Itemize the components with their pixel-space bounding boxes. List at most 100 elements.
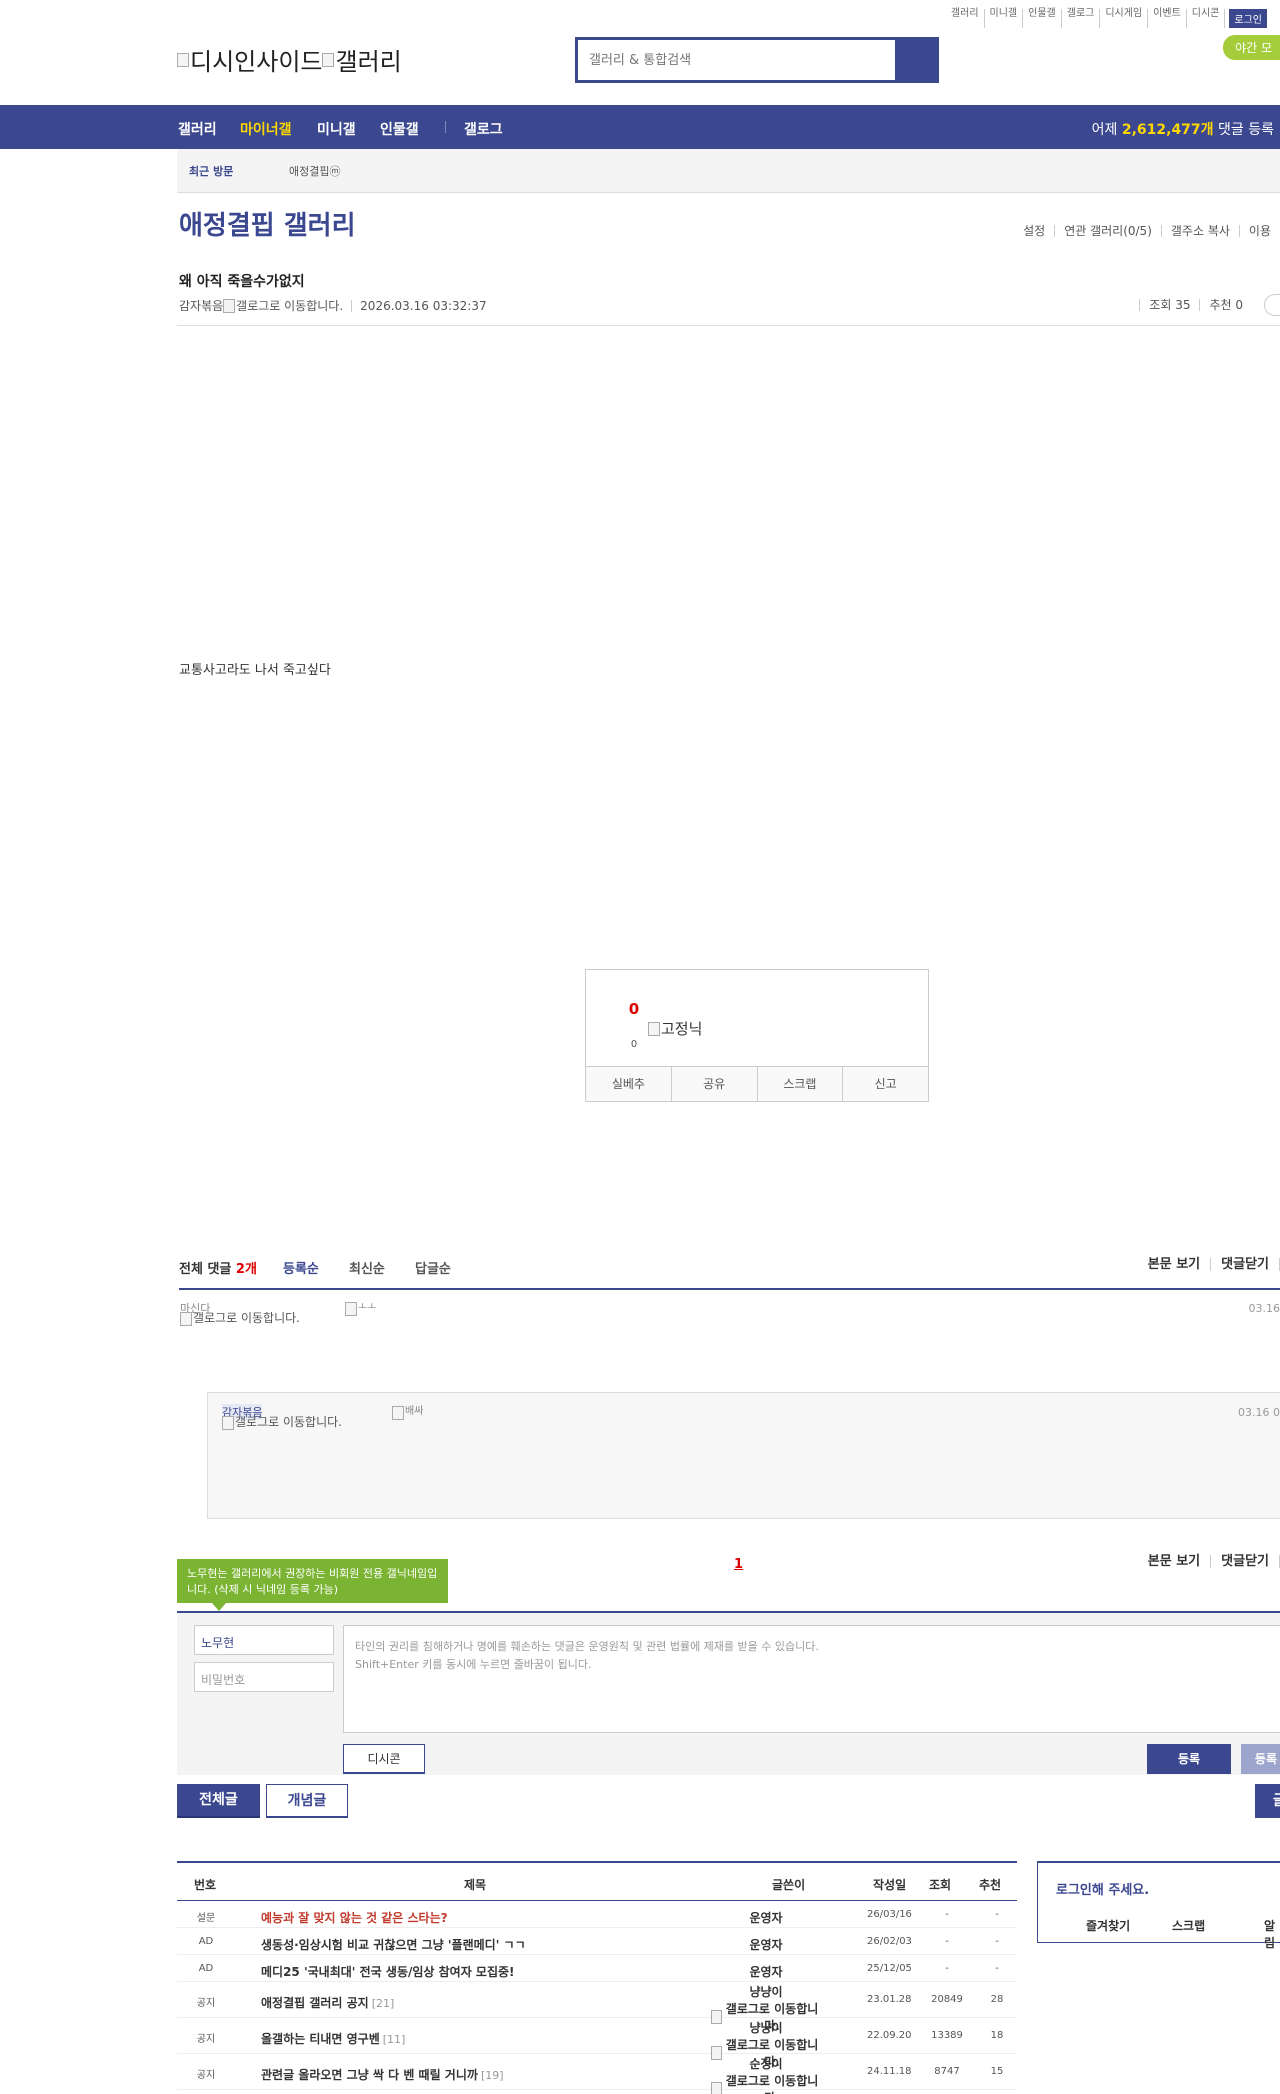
- sort-latest[interactable]: 최신순: [349, 1258, 385, 1277]
- sort-reply[interactable]: 답글순: [415, 1258, 451, 1277]
- search-input[interactable]: [579, 41, 894, 79]
- row-writer-gallog[interactable]: 갤로그로 이동합니다.: [711, 2072, 821, 2094]
- recommend-box: 0 고정닉 0 실베추 공유 스크랩 신고: [585, 969, 929, 1102]
- row-reply-count[interactable]: [11]: [383, 2033, 406, 2046]
- gallog-icon[interactable]: [223, 298, 236, 313]
- recommend-count[interactable]: 0: [586, 1000, 682, 1018]
- top-link-dccon[interactable]: 디시콘: [1187, 9, 1226, 28]
- comment-page-1[interactable]: 1: [734, 1557, 743, 1572]
- password-field[interactable]: 비밀번호: [194, 1662, 334, 1692]
- row-title[interactable]: 애정결핍 갤러리 공지 [21]: [261, 1994, 394, 2011]
- nickname-field[interactable]: 노무현: [194, 1625, 334, 1655]
- night-mode-button[interactable]: 야간 모: [1223, 35, 1280, 60]
- row-writer[interactable]: 냥냥이: [711, 2019, 821, 2036]
- gallery-title[interactable]: 애정결핍 갤러리: [179, 205, 356, 242]
- post-recommend: 추천 0: [1199, 299, 1252, 311]
- search-bar: [575, 37, 939, 83]
- nav-mini-gallery[interactable]: 미니갤: [317, 119, 356, 139]
- related-gallery-link[interactable]: 연관 갤러리(0/5): [1055, 225, 1162, 237]
- copy-url-link[interactable]: 갤주소 복사: [1162, 225, 1240, 237]
- row-writer[interactable]: 운영자: [711, 1936, 821, 1953]
- top-link-gallery[interactable]: 갤러리: [946, 9, 985, 28]
- nav-gallery[interactable]: 갤러리: [178, 119, 217, 139]
- comment-submit-recommend-button[interactable]: 등록: [1241, 1744, 1280, 1774]
- report-button[interactable]: 신고: [843, 1067, 928, 1101]
- nav-gallog[interactable]: 갤로그: [464, 119, 503, 139]
- row-reply-count[interactable]: [19]: [481, 2069, 504, 2082]
- scrap-button[interactable]: 스크랩: [758, 1067, 844, 1101]
- comment-textarea[interactable]: 타인의 권리를 침해하거나 명예를 훼손하는 댓글은 운영원칙 및 관련 법률에…: [343, 1625, 1280, 1733]
- nav-separator: [445, 121, 446, 133]
- favorites-link[interactable]: 즐겨찾기: [1086, 1917, 1130, 1934]
- comment-write-area: 노무현 비밀번호 타인의 권리를 침해하거나 명예를 훼손하는 댓글은 운영원칙…: [177, 1611, 1280, 1775]
- comment-gallog[interactable]: 갤로그로 이동합니다.: [180, 1312, 300, 1326]
- comment-submit-button[interactable]: 등록: [1147, 1744, 1231, 1774]
- row-recommend: 28: [990, 1994, 1004, 2005]
- post-author[interactable]: 감자볶음: [179, 297, 223, 314]
- meta-divider: [351, 299, 353, 312]
- top-link-event[interactable]: 이벤트: [1148, 9, 1187, 28]
- row-title[interactable]: 올갤하는 티내면 영구벤 [11]: [261, 2030, 405, 2047]
- share-button[interactable]: 공유: [672, 1067, 758, 1101]
- view-body-link[interactable]: 본문 보기: [1138, 1555, 1212, 1568]
- row-reply-count[interactable]: [21]: [372, 1997, 395, 2010]
- write-post-button[interactable]: 글: [1255, 1784, 1280, 1818]
- table-row[interactable]: 공지 관련글 올라오면 그냥 싹 다 벤 때릴 거니까 [19] 순정이 갤로그로 이동…: [177, 2054, 1017, 2094]
- tab-all-posts[interactable]: 전체글: [177, 1784, 260, 1818]
- login-prompt[interactable]: 로그인해 주세요.: [1056, 1879, 1149, 1898]
- table-row[interactable]: 설문 예능과 잘 맞지 않는 것 같은 스타는? 운영자 26/03/16 - -: [177, 1901, 1017, 1928]
- table-row[interactable]: AD 생동성·임상시험 비교 귀찮으면 그냥 '플랜메디' ㄱㄱ 운영자 26/02/…: [177, 1928, 1017, 1955]
- login-button[interactable]: 로그인: [1229, 9, 1267, 28]
- row-title[interactable]: 생동성·임상시험 비교 귀찮으면 그냥 '플랜메디' ㄱㄱ: [261, 1936, 526, 1953]
- sort-registered[interactable]: 등록순: [283, 1258, 319, 1277]
- nav-minor-gallery[interactable]: 마이너갤: [240, 119, 292, 139]
- nav-person-gallery[interactable]: 인물갤: [380, 119, 419, 139]
- tab-concept-posts[interactable]: 개념글: [266, 1784, 348, 1818]
- minor-badge-icon: ⓜ: [329, 165, 341, 178]
- dccon-button[interactable]: 디시콘: [343, 1744, 425, 1774]
- row-writer[interactable]: 운영자: [711, 1963, 821, 1980]
- daily-comment-stat: 어제 2,612,477개 댓글 등록: [1092, 119, 1274, 139]
- settings-link[interactable]: 설정: [1014, 225, 1056, 237]
- top-link-minigall[interactable]: 미니갤: [985, 9, 1024, 28]
- comment-total: 전체 댓글 2개: [179, 1258, 257, 1277]
- top-link-persongall[interactable]: 인물갤: [1023, 9, 1062, 28]
- table-row[interactable]: 공지 애정결핍 갤러리 공지 [21] 냥냥이 갤로그로 이동합니다. 23.01.28 2…: [177, 1982, 1017, 2033]
- top-link-game[interactable]: 디시게임: [1100, 9, 1149, 28]
- recent-visit-bar: 최근 방문 애정결핍ⓜ: [177, 149, 1280, 193]
- alarm-link[interactable]: 알림: [1264, 1917, 1280, 1951]
- more-button[interactable]: [1264, 294, 1280, 316]
- logo-text: 디시인사이드: [190, 48, 323, 76]
- table-row[interactable]: AD 메디25 '국내최대' 전국 생동/임상 참여자 모집중! 운영자 25/12/…: [177, 1955, 1017, 1982]
- row-title[interactable]: 예능과 잘 맞지 않는 것 같은 스타는?: [261, 1909, 448, 1926]
- row-writer[interactable]: 운영자: [711, 1909, 821, 1926]
- row-title-text: 예능과 잘 맞지 않는 것 같은 스타는?: [261, 1911, 448, 1925]
- gallog-icon: [222, 1416, 234, 1430]
- usage-link[interactable]: 이용: [1240, 225, 1280, 237]
- search-button[interactable]: [895, 40, 936, 80]
- row-title[interactable]: 메디25 '국내최대' 전국 생동/임상 참여자 모집중!: [261, 1963, 515, 1980]
- row-title-text: 관련글 올라오면 그냥 싹 다 벤 때릴 거니까: [261, 2068, 478, 2082]
- site-logo[interactable]: 디시인사이드 갤러리: [177, 42, 402, 77]
- row-writer[interactable]: 순정이: [711, 2055, 821, 2072]
- post-stats: 조회 35 추천 0: [1139, 299, 1252, 311]
- table-row[interactable]: 공지 올갤하는 티내면 영구벤 [11] 냥냥이 갤로그로 이동합니다. 22.09.20…: [177, 2018, 1017, 2069]
- post-divider: [177, 325, 1280, 326]
- row-views: -: [945, 1936, 949, 1947]
- row-date: 23.01.28: [867, 1994, 912, 2005]
- view-body-link[interactable]: 본문 보기: [1138, 1258, 1212, 1271]
- post-gallog-alt[interactable]: 갤로그로 이동합니다.: [236, 297, 343, 314]
- scrap-link[interactable]: 스크랩: [1172, 1917, 1205, 1934]
- comment-content-alt: ㅗㅗ: [358, 1302, 377, 1313]
- top-link-gallog[interactable]: 갤로그: [1062, 9, 1101, 28]
- comment-header: 전체 댓글 2개 등록순 최신순 답글순 본문 보기 댓글닫기: [179, 1258, 1280, 1290]
- best-recommend-button[interactable]: 실베추: [586, 1067, 672, 1101]
- row-writer[interactable]: 냥냥이: [711, 1983, 821, 2000]
- recent-gallery-link[interactable]: 애정결핍ⓜ: [289, 163, 340, 179]
- row-recommend: 15: [990, 2066, 1004, 2077]
- close-comments-link[interactable]: 댓글닫기: [1211, 1258, 1280, 1271]
- reply-gallog[interactable]: 갤로그로 이동합니다.: [222, 1416, 342, 1430]
- reply-content: 배싸: [392, 1406, 423, 1420]
- row-title[interactable]: 관련글 올라오면 그냥 싹 다 벤 때릴 거니까 [19]: [261, 2066, 504, 2083]
- close-comments-link[interactable]: 댓글닫기: [1211, 1555, 1280, 1568]
